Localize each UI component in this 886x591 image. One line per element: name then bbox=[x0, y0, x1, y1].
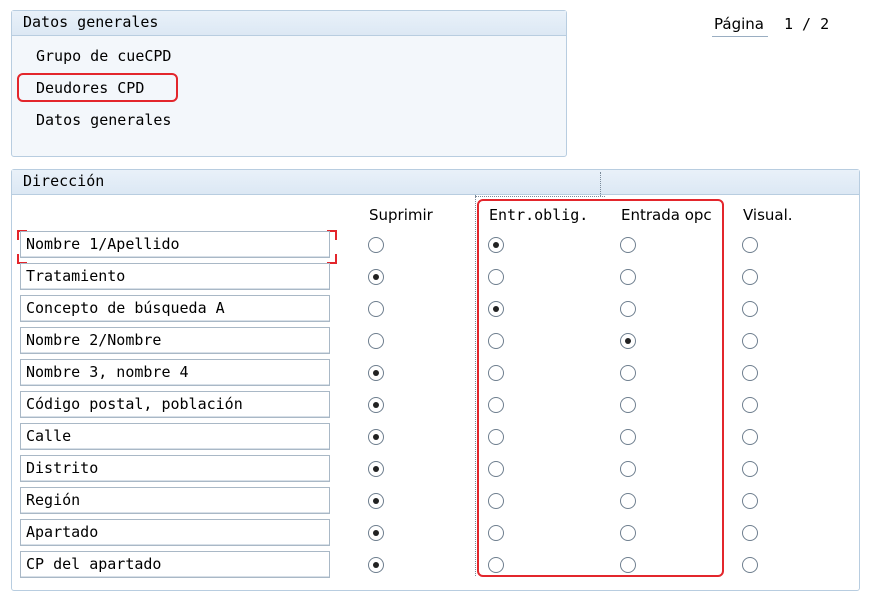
datos-generales-header: Datos generales bbox=[12, 11, 566, 36]
field-label: CP del apartado bbox=[20, 551, 330, 578]
page-number: 1 / 2 bbox=[784, 15, 830, 33]
radio-visual[interactable] bbox=[742, 269, 758, 285]
radio-suprimir[interactable] bbox=[368, 269, 384, 285]
deudores-cpd-highlight bbox=[17, 73, 178, 102]
radio-entr-oblig[interactable] bbox=[488, 237, 504, 253]
radio-visual[interactable] bbox=[742, 301, 758, 317]
radio-entr-oblig[interactable] bbox=[488, 365, 504, 381]
radio-suprimir[interactable] bbox=[368, 493, 384, 509]
field-label: Tratamiento bbox=[20, 263, 330, 290]
radio-entrada-opc[interactable] bbox=[620, 461, 636, 477]
radio-entrada-opc[interactable] bbox=[620, 269, 636, 285]
radio-entr-oblig[interactable] bbox=[488, 493, 504, 509]
radio-visual[interactable] bbox=[742, 429, 758, 445]
radio-entrada-opc[interactable] bbox=[620, 365, 636, 381]
radio-visual[interactable] bbox=[742, 365, 758, 381]
field-label: Apartado bbox=[20, 519, 330, 546]
field-label: Concepto de búsqueda A bbox=[20, 295, 330, 322]
radio-entr-oblig[interactable] bbox=[488, 333, 504, 349]
radio-suprimir[interactable] bbox=[368, 429, 384, 445]
field-label: Nombre 1/Apellido bbox=[20, 231, 330, 258]
radio-entr-oblig[interactable] bbox=[488, 397, 504, 413]
field-label: Distrito bbox=[20, 455, 330, 482]
nav-item-datos-generales[interactable]: Datos generales bbox=[36, 110, 171, 130]
radio-entr-oblig[interactable] bbox=[488, 301, 504, 317]
radio-entrada-opc[interactable] bbox=[620, 333, 636, 349]
radio-visual[interactable] bbox=[742, 557, 758, 573]
column-visual: Visual. bbox=[743, 206, 793, 224]
radio-entr-oblig[interactable] bbox=[488, 269, 504, 285]
radio-visual[interactable] bbox=[742, 333, 758, 349]
field-label: Calle bbox=[20, 423, 330, 450]
field-label: Nombre 3, nombre 4 bbox=[20, 359, 330, 386]
field-label: Código postal, población bbox=[20, 391, 330, 418]
radio-entr-oblig[interactable] bbox=[488, 557, 504, 573]
column-suprimir: Suprimir bbox=[369, 206, 433, 224]
columns-highlight bbox=[477, 199, 724, 577]
page-indicator: Página 1 / 2 bbox=[706, 14, 886, 38]
column-separator-mid bbox=[600, 172, 601, 196]
direccion-header: Dirección bbox=[12, 170, 859, 195]
radio-entrada-opc[interactable] bbox=[620, 525, 636, 541]
radio-suprimir[interactable] bbox=[368, 525, 384, 541]
radio-suprimir[interactable] bbox=[368, 237, 384, 253]
radio-visual[interactable] bbox=[742, 525, 758, 541]
radio-entrada-opc[interactable] bbox=[620, 429, 636, 445]
page-label: Página bbox=[712, 14, 768, 37]
radio-entr-oblig[interactable] bbox=[488, 525, 504, 541]
radio-visual[interactable] bbox=[742, 397, 758, 413]
nav-item-grupo-cuecpd[interactable]: Grupo de cueCPD bbox=[36, 46, 171, 66]
radio-suprimir[interactable] bbox=[368, 461, 384, 477]
radio-suprimir[interactable] bbox=[368, 333, 384, 349]
radio-entrada-opc[interactable] bbox=[620, 237, 636, 253]
radio-visual[interactable] bbox=[742, 237, 758, 253]
radio-suprimir[interactable] bbox=[368, 301, 384, 317]
column-separator-left bbox=[475, 195, 476, 576]
radio-entrada-opc[interactable] bbox=[620, 493, 636, 509]
radio-entrada-opc[interactable] bbox=[620, 301, 636, 317]
radio-entr-oblig[interactable] bbox=[488, 461, 504, 477]
radio-suprimir[interactable] bbox=[368, 557, 384, 573]
radio-entr-oblig[interactable] bbox=[488, 429, 504, 445]
field-label: Región bbox=[20, 487, 330, 514]
field-label: Nombre 2/Nombre bbox=[20, 327, 330, 354]
radio-entrada-opc[interactable] bbox=[620, 557, 636, 573]
radio-suprimir[interactable] bbox=[368, 365, 384, 381]
radio-suprimir[interactable] bbox=[368, 397, 384, 413]
radio-visual[interactable] bbox=[742, 461, 758, 477]
column-separator-top bbox=[475, 196, 605, 197]
radio-visual[interactable] bbox=[742, 493, 758, 509]
radio-entrada-opc[interactable] bbox=[620, 397, 636, 413]
